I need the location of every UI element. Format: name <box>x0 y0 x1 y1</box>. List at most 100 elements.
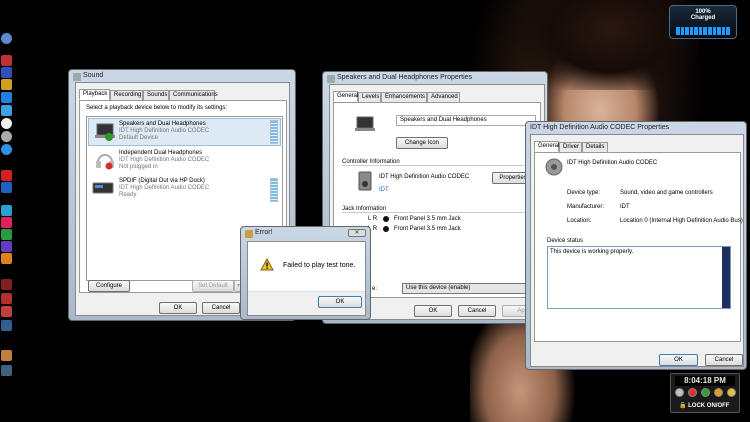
cancel-button[interactable]: Cancel <box>705 354 743 366</box>
property-label: Manufacturer: <box>567 204 605 210</box>
indicator-icon <box>714 388 723 397</box>
scrollbar[interactable] <box>722 247 730 308</box>
error-title-icon <box>245 230 253 238</box>
property-value: Sound, video and game controllers <box>620 190 713 196</box>
codec-properties-dialog: IDT High Definition Audio CODEC Properti… <box>525 121 747 370</box>
lock-toggle[interactable]: 🔒 LOCK ON/OFF <box>679 402 729 409</box>
ok-button[interactable]: OK <box>159 302 197 314</box>
dock-icon[interactable] <box>1 118 12 129</box>
close-button[interactable]: ✕ <box>348 229 366 237</box>
dock-icon[interactable] <box>1 306 12 317</box>
device-status-text: This device is working properly. <box>550 249 634 255</box>
dock-icon[interactable] <box>1 92 12 103</box>
dock-icon[interactable] <box>1 253 12 264</box>
dialog-body: Failed to play test tone. OK <box>247 241 366 316</box>
property-label: Location: <box>567 218 592 224</box>
ok-button[interactable]: OK <box>414 305 452 317</box>
dock-icon[interactable] <box>1 131 12 142</box>
dock-icon[interactable] <box>1 350 12 361</box>
device-usage-label: e: <box>372 286 378 292</box>
change-icon-button[interactable]: Change Icon <box>396 137 448 149</box>
dock-icon[interactable] <box>1 79 12 90</box>
device-name-value: Speakers and Dual Headphones <box>400 117 487 123</box>
headphones-icon <box>96 154 114 170</box>
dock-icon[interactable] <box>1 229 12 240</box>
property-value: Location 0 (Internal High Definition Aud… <box>620 218 743 224</box>
indicator-icon <box>701 388 710 397</box>
speaker-device-icon <box>358 171 372 191</box>
device-status-box[interactable]: This device is working properly. <box>547 246 731 309</box>
battery-level-bar <box>676 27 730 35</box>
battery-gadget: 100% Charged <box>669 5 737 39</box>
jack-icon <box>383 226 389 232</box>
speaker-icon <box>73 73 81 81</box>
dock-icon[interactable] <box>1 293 12 304</box>
dialog-body: General Driver Details IDT High Definiti… <box>530 134 744 367</box>
error-dialog: Error! ✕ Failed to play test tone. OK <box>240 226 371 320</box>
dock-icon[interactable] <box>1 170 12 181</box>
laptop-icon <box>95 123 115 141</box>
clock-gadget: 8:04:18 PM 🔒 LOCK ON/OFF <box>670 373 740 413</box>
speaker-icon <box>327 75 335 83</box>
dock-icon[interactable] <box>1 105 12 116</box>
set-default-button[interactable]: Set Default <box>192 280 234 292</box>
ok-button[interactable]: OK <box>659 354 698 366</box>
cancel-button[interactable]: Cancel <box>202 302 240 314</box>
device-status: Default Device <box>119 135 159 141</box>
jack-icon <box>383 216 389 222</box>
clock-time: 8:04:18 PM <box>675 376 735 386</box>
instruction-text: Select a playback device below to modify… <box>86 105 228 111</box>
property-value: IDT <box>620 204 630 210</box>
controller-name: IDT High Definition Audio CODEC <box>379 174 470 180</box>
dock-icon[interactable] <box>1 365 12 376</box>
dock-icon[interactable] <box>1 182 12 193</box>
window-title: Speakers and Dual Headphones Properties <box>337 74 473 81</box>
property-label: Device type: <box>567 190 601 196</box>
dock-icon[interactable] <box>1 320 12 331</box>
device-name: Independent Dual Headphones <box>119 150 203 156</box>
tab-general[interactable]: General <box>333 91 358 102</box>
device-name: Speakers and Dual Headphones <box>119 121 206 127</box>
dock-icon[interactable] <box>1 241 12 252</box>
cancel-button[interactable]: Cancel <box>458 305 496 317</box>
dock-icon[interactable] <box>1 279 12 290</box>
device-driver: IDT High Definition Audio CODEC <box>119 185 210 191</box>
configure-button[interactable]: Configure <box>88 280 130 292</box>
indicator-icon <box>688 388 697 397</box>
dock-icon[interactable] <box>1 67 12 78</box>
ok-button[interactable]: OK <box>318 296 362 308</box>
device-name: SPDIF (Digital Out via HP Dock) <box>119 178 205 184</box>
device-driver: IDT High Definition Audio CODEC <box>119 128 210 134</box>
dock <box>0 30 14 422</box>
indicator-icon <box>675 388 684 397</box>
codec-device-icon <box>545 158 563 176</box>
jack-lr-label: L R <box>368 216 378 222</box>
dock-icon[interactable] <box>1 205 12 216</box>
device-name: IDT High Definition Audio CODEC <box>567 160 658 166</box>
volume-meter <box>270 120 278 144</box>
window-title: IDT High Definition Audio CODEC Properti… <box>530 124 670 131</box>
window-title: Error! <box>255 229 273 236</box>
device-usage-select[interactable]: Use this device (enable) <box>402 283 534 294</box>
device-usage-value: Use this device (enable) <box>406 285 471 291</box>
device-status-label: Device status <box>547 238 584 244</box>
device-status: Not plugged in <box>119 164 158 170</box>
laptop-icon <box>355 116 375 131</box>
window-title: Sound <box>83 72 104 79</box>
indicator-icon <box>727 388 736 397</box>
spdif-device-icon <box>92 182 114 194</box>
dock-icon[interactable] <box>1 33 12 44</box>
tab-playback[interactable]: Playback <box>79 89 110 100</box>
dock-icon[interactable] <box>1 55 12 66</box>
controller-vendor: IDT <box>379 187 389 193</box>
tab-panel: IDT High Definition Audio CODEC Device t… <box>534 152 743 342</box>
battery-status: Charged <box>690 15 716 21</box>
dock-icon[interactable] <box>1 217 12 228</box>
lock-label: LOCK ON/OFF <box>688 403 730 409</box>
tab-general[interactable]: General <box>534 141 559 152</box>
jack-item: Front Panel 3.5 mm Jack <box>394 216 461 222</box>
device-name-field[interactable]: Speakers and Dual Headphones <box>396 115 536 126</box>
error-message: Failed to play test tone. <box>283 262 356 269</box>
device-status: Ready <box>119 192 137 198</box>
dock-icon[interactable] <box>1 144 12 155</box>
